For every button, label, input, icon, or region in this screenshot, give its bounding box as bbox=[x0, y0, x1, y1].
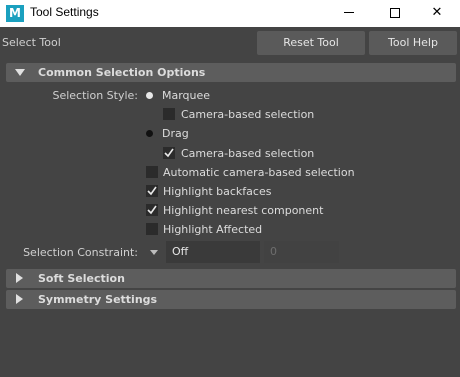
title-bar: M Tool Settings ✕ bbox=[0, 0, 460, 27]
checkmark-icon bbox=[147, 186, 157, 196]
minimize-icon bbox=[344, 12, 354, 13]
section-common-selection-options[interactable]: Common Selection Options bbox=[6, 63, 456, 82]
minimize-button[interactable] bbox=[326, 0, 372, 27]
section-soft-selection[interactable]: Soft Selection bbox=[6, 269, 456, 288]
maximize-icon bbox=[390, 7, 400, 18]
selection-constraint-number-field: 0 bbox=[264, 241, 339, 263]
window-title: Tool Settings bbox=[30, 5, 99, 19]
highlight-nearest-label: Highlight nearest component bbox=[163, 204, 324, 217]
tool-help-button[interactable]: Tool Help bbox=[369, 31, 457, 55]
auto-camera-checkbox[interactable] bbox=[146, 166, 158, 178]
section-title: Symmetry Settings bbox=[38, 293, 158, 306]
checkmark-icon bbox=[164, 148, 174, 158]
selection-style-label: Selection Style: bbox=[52, 89, 138, 102]
drag-radio[interactable] bbox=[146, 130, 153, 137]
marquee-camera-label: Camera-based selection bbox=[181, 108, 315, 121]
close-icon: ✕ bbox=[431, 5, 443, 20]
close-button[interactable]: ✕ bbox=[414, 0, 460, 27]
chevron-down-icon[interactable] bbox=[150, 250, 158, 255]
auto-camera-label: Automatic camera-based selection bbox=[163, 166, 355, 179]
maya-logo-icon: M bbox=[6, 5, 24, 22]
reset-tool-button[interactable]: Reset Tool bbox=[257, 31, 365, 55]
tool-name: Select Tool bbox=[2, 36, 61, 49]
checkmark-icon bbox=[147, 205, 157, 215]
highlight-backfaces-checkbox[interactable] bbox=[146, 185, 158, 197]
selection-constraint-label: Selection Constraint: bbox=[23, 246, 138, 259]
drag-label: Drag bbox=[162, 127, 189, 140]
maximize-button[interactable] bbox=[372, 0, 418, 27]
expand-arrow-icon bbox=[15, 69, 25, 76]
marquee-label: Marquee bbox=[162, 89, 211, 102]
drag-camera-checkbox[interactable] bbox=[163, 147, 175, 159]
section-symmetry-settings[interactable]: Symmetry Settings bbox=[6, 290, 456, 309]
highlight-nearest-checkbox[interactable] bbox=[146, 204, 158, 216]
highlight-affected-label: Highlight Affected bbox=[163, 223, 263, 236]
selection-constraint-dropdown[interactable]: Off bbox=[166, 241, 260, 263]
highlight-backfaces-label: Highlight backfaces bbox=[163, 185, 272, 198]
highlight-affected-checkbox[interactable] bbox=[146, 223, 158, 235]
drag-camera-label: Camera-based selection bbox=[181, 147, 315, 160]
section-title: Soft Selection bbox=[38, 272, 125, 285]
expand-arrow-icon bbox=[16, 273, 23, 283]
marquee-radio[interactable] bbox=[146, 92, 153, 99]
section-title: Common Selection Options bbox=[38, 66, 206, 79]
marquee-camera-checkbox[interactable] bbox=[163, 108, 175, 120]
expand-arrow-icon bbox=[16, 294, 23, 304]
